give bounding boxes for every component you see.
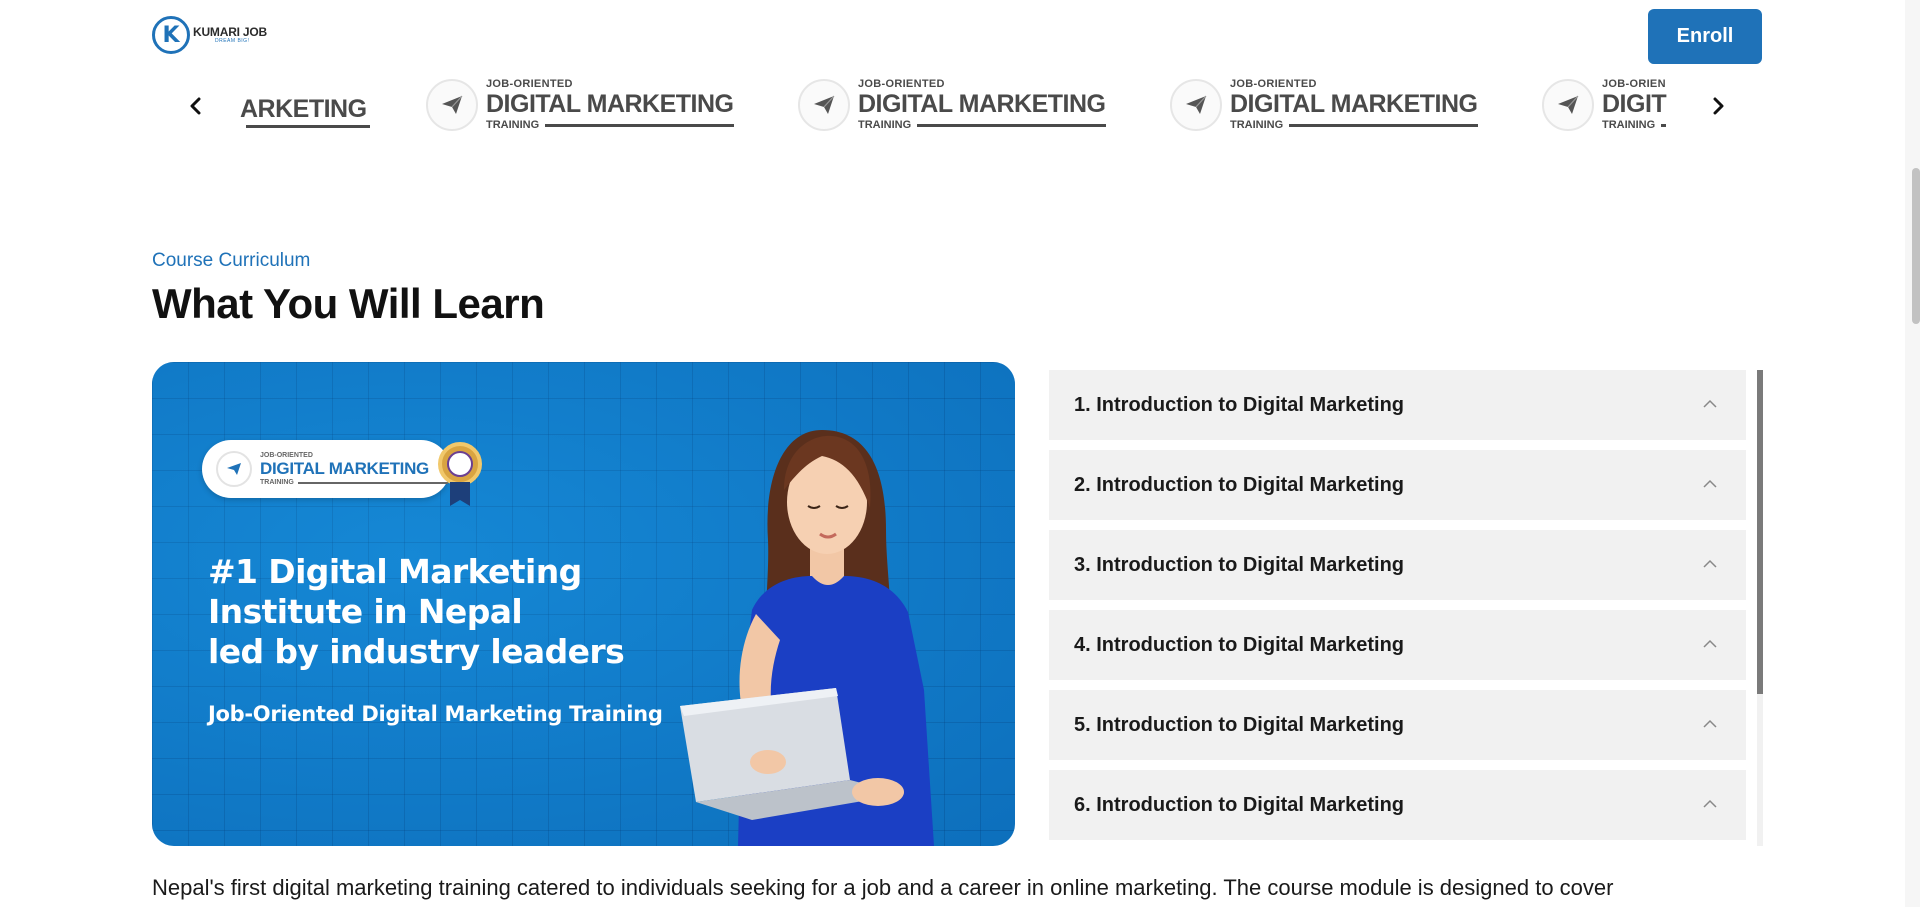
course-banner-image: JOB-ORIENTED DIGITAL MARKETING TRAINING … xyxy=(152,362,1015,846)
accordion-item[interactable]: 2. Introduction to Digital Marketing xyxy=(1049,450,1746,520)
carousel-slide[interactable]: ARKETING xyxy=(240,74,370,136)
kumari-job-logo[interactable]: K KUMARI JOB DREAM BIG! xyxy=(152,16,267,54)
slide-title: DIGITAL MARKETING xyxy=(486,90,734,118)
accordion-item[interactable]: 3. Introduction to Digital Marketing xyxy=(1049,530,1746,600)
chevron-up-icon xyxy=(1703,719,1717,728)
course-description: Nepal's first digital marketing training… xyxy=(152,875,1614,900)
accordion-scrollbar-thumb[interactable] xyxy=(1757,370,1763,694)
page-scrollbar-thumb[interactable] xyxy=(1912,168,1920,324)
carousel-slide[interactable]: JOB-ORIENTED DIGITAL MARKETING TRAINING xyxy=(798,74,1106,136)
award-medal-icon xyxy=(438,442,482,486)
logo-name: KUMARI JOB xyxy=(193,25,268,39)
chevron-right-icon xyxy=(1713,97,1724,115)
logo-tagline: DREAM BIG! xyxy=(215,38,250,44)
accordion-item[interactable]: 4. Introduction to Digital Marketing xyxy=(1049,610,1746,680)
accordion-item[interactable]: 1. Introduction to Digital Marketing xyxy=(1049,370,1746,440)
enroll-button[interactable]: Enroll xyxy=(1648,9,1762,64)
carousel-slide[interactable]: JOB-ORIENTED DIGITAL MARKETING TRAINING xyxy=(1170,74,1478,136)
accordion-item[interactable]: 6. Introduction to Digital Marketing xyxy=(1049,770,1746,840)
paper-plane-icon xyxy=(1170,79,1222,131)
page-scrollbar-track xyxy=(1905,0,1920,907)
paper-plane-icon xyxy=(216,451,252,487)
paper-plane-icon xyxy=(426,79,478,131)
slide-title: DIGIT xyxy=(1602,90,1667,118)
carousel-next-button[interactable] xyxy=(1700,88,1736,124)
carousel-prev-button[interactable] xyxy=(178,88,214,124)
chevron-left-icon xyxy=(190,97,201,115)
paper-plane-icon xyxy=(798,79,850,131)
chevron-up-icon xyxy=(1703,639,1717,648)
course-logo-carousel: ARKETING JOB-ORIENTED DIGITAL MARKETING … xyxy=(152,70,1762,140)
banner-subtitle: Job-Oriented Digital Marketing Training xyxy=(208,702,663,726)
site-header: K KUMARI JOB DREAM BIG! Enroll xyxy=(0,0,1920,70)
slide-title: DIGITAL MARKETING xyxy=(858,90,1106,118)
slide-title: ARKETING xyxy=(240,94,367,123)
chevron-up-icon xyxy=(1703,559,1717,568)
carousel-slide[interactable]: JOB-ORIEN DIGIT TRAINING xyxy=(1542,74,1667,136)
logo-k-icon: K xyxy=(152,16,190,54)
section-kicker: Course Curriculum xyxy=(152,250,311,271)
carousel-track: ARKETING JOB-ORIENTED DIGITAL MARKETING … xyxy=(240,70,1674,140)
section-heading: What You Will Learn xyxy=(152,280,545,327)
chevron-up-icon xyxy=(1703,479,1717,488)
woman-with-laptop-illustration xyxy=(680,430,934,846)
paper-plane-icon xyxy=(1542,79,1594,131)
curriculum-accordion: 1. Introduction to Digital Marketing 2. … xyxy=(1049,370,1763,846)
banner-title: #1 Digital Marketing Institute in Nepal … xyxy=(208,552,625,671)
chevron-up-icon xyxy=(1703,799,1717,808)
course-badge: JOB-ORIENTED DIGITAL MARKETING TRAINING xyxy=(202,440,450,498)
slide-title: DIGITAL MARKETING xyxy=(1230,90,1478,118)
carousel-slide[interactable]: JOB-ORIENTED DIGITAL MARKETING TRAINING xyxy=(426,74,734,136)
accordion-item[interactable]: 5. Introduction to Digital Marketing xyxy=(1049,690,1746,760)
chevron-up-icon xyxy=(1703,399,1717,408)
